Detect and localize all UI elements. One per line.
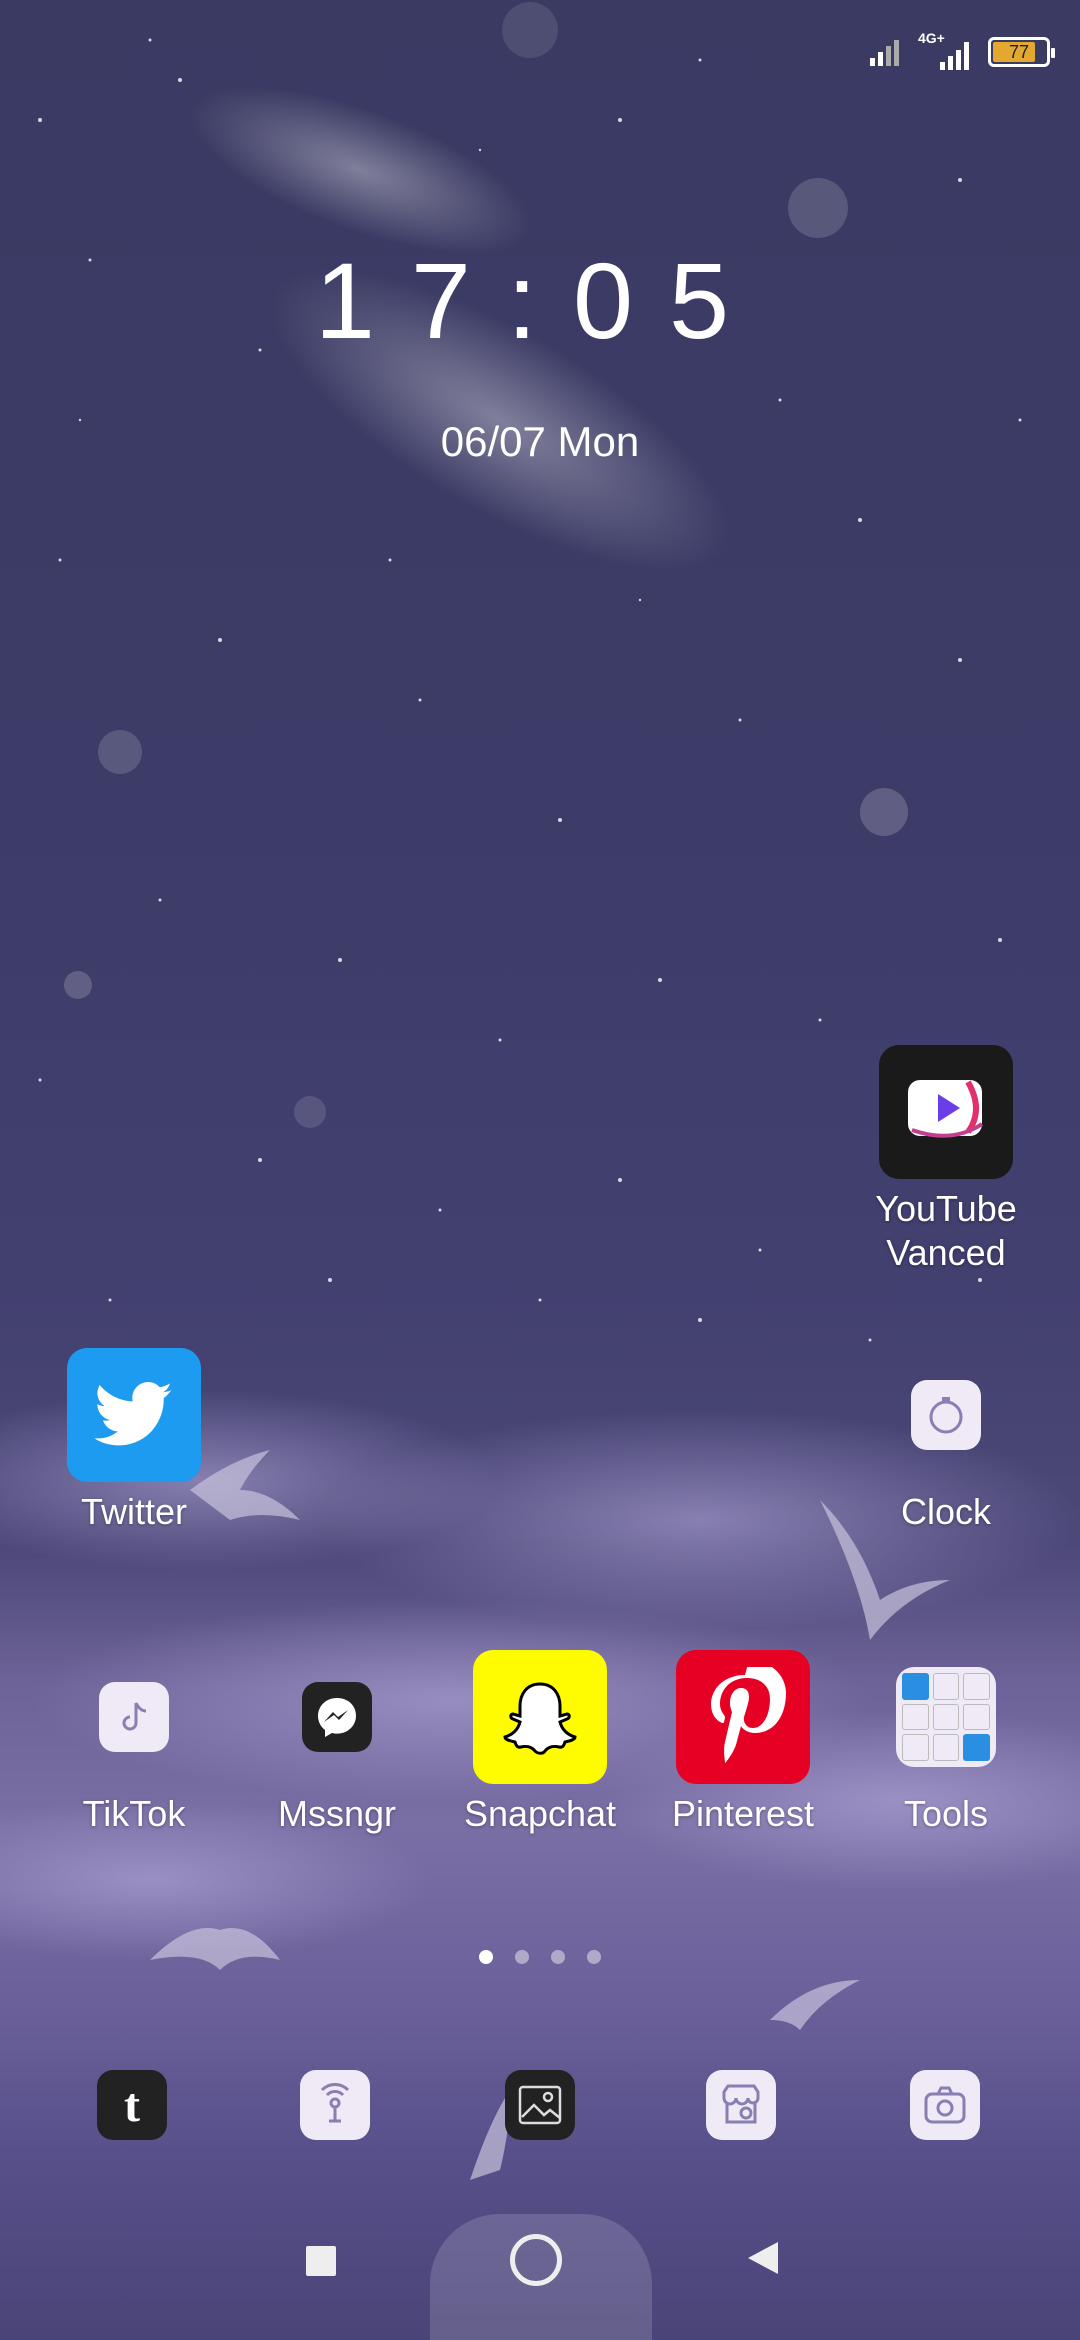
signal-icon (870, 40, 899, 66)
battery-icon: 77 (988, 37, 1055, 67)
page-dot[interactable] (515, 1950, 529, 1964)
page-dot[interactable] (587, 1950, 601, 1964)
back-triangle-icon (748, 2242, 778, 2274)
network-indicator: 4G+ (918, 30, 978, 72)
app-messenger[interactable]: Mssngr (237, 1650, 437, 1836)
app-label: TikTok (82, 1793, 186, 1834)
app-twitter[interactable]: Twitter (34, 1348, 234, 1534)
clock-icon (911, 1380, 981, 1450)
twitter-icon (67, 1348, 201, 1482)
battery-level: 77 (1008, 42, 1030, 62)
app-label: Clock (900, 1491, 992, 1532)
gallery-icon[interactable] (505, 2070, 575, 2140)
hotspot-icon[interactable] (300, 2070, 370, 2140)
app-tiktok[interactable]: TikTok (34, 1650, 234, 1836)
circle-icon (510, 2234, 562, 2286)
app-label: Pinterest (671, 1793, 815, 1834)
tools-folder-icon (896, 1667, 996, 1767)
square-icon (306, 2246, 336, 2276)
app-label: Snapchat (463, 1793, 617, 1834)
page-dot[interactable] (551, 1950, 565, 1964)
app-store-icon[interactable] (706, 2070, 776, 2140)
page-dot[interactable] (479, 1950, 493, 1964)
app-label: Mssngr (277, 1793, 397, 1834)
youtube-vanced-icon (879, 1045, 1013, 1179)
snapchat-icon (473, 1650, 607, 1784)
recents-button[interactable] (300, 2240, 340, 2280)
app-label: YouTube Vanced (875, 1188, 1017, 1273)
app-snapchat[interactable]: Snapchat (440, 1650, 640, 1836)
tiktok-icon (99, 1682, 169, 1752)
status-bar: 4G+ 77 (868, 28, 1055, 76)
app-youtube-vanced[interactable]: YouTube Vanced (846, 1045, 1046, 1275)
home-button[interactable] (510, 2234, 570, 2294)
navigation-bar (0, 2214, 1080, 2340)
clock-time[interactable]: 17:05 (0, 238, 1080, 363)
app-pinterest[interactable]: Pinterest (643, 1650, 843, 1836)
app-label: Twitter (80, 1491, 187, 1532)
messenger-icon (302, 1682, 372, 1752)
page-indicator (0, 1950, 1080, 1964)
app-label: Tools (903, 1793, 989, 1834)
camera-icon[interactable] (910, 2070, 980, 2140)
app-tools-folder[interactable]: Tools (846, 1650, 1046, 1836)
tumblr-icon[interactable]: t (97, 2070, 167, 2140)
pinterest-icon (676, 1650, 810, 1784)
app-clock[interactable]: Clock (846, 1348, 1046, 1534)
back-button[interactable] (744, 2238, 784, 2282)
clock-date[interactable]: 06/07 Mon (0, 418, 1080, 466)
signal-icon (940, 42, 969, 70)
